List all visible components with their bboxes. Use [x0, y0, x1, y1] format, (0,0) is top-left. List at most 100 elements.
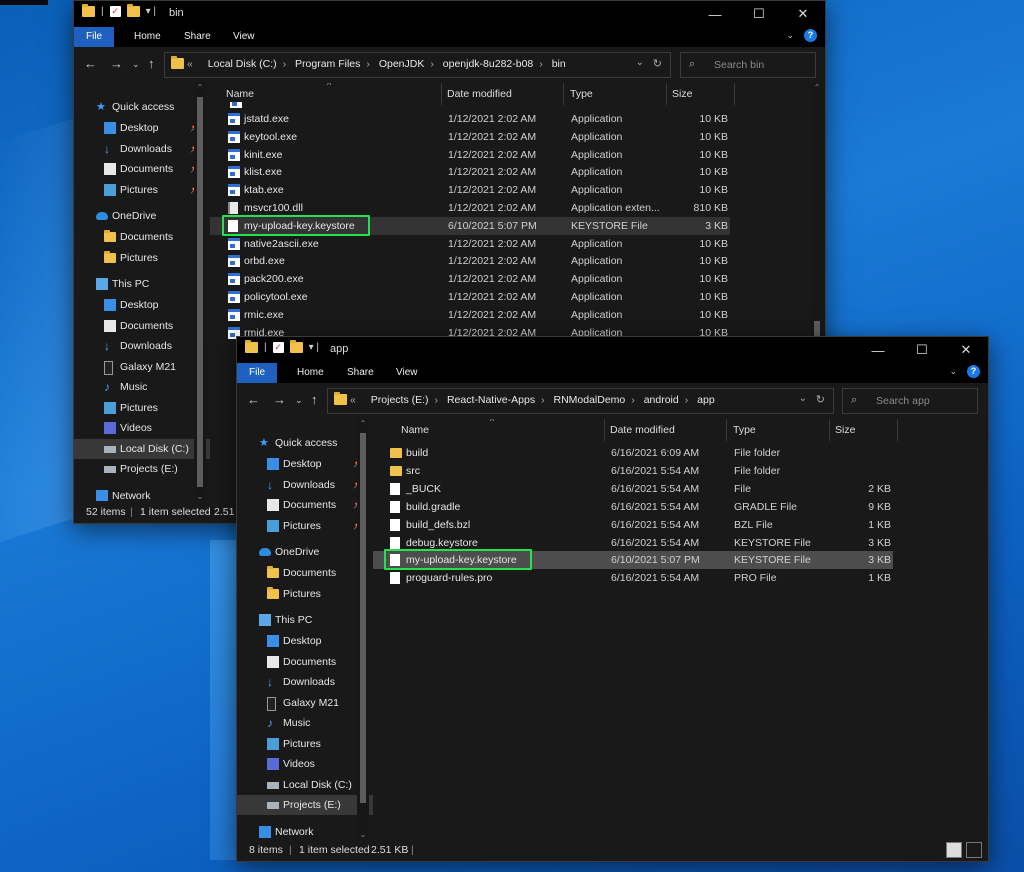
sidebar-item-downloads[interactable]: ↓ Downloads [74, 336, 210, 356]
minimize-button[interactable]: — [856, 337, 900, 363]
tab-view[interactable]: View [221, 27, 267, 47]
sidebar-item-documents[interactable]: Documents [237, 563, 373, 583]
file-row[interactable]: build_defs.bzl 6/16/2021 5:54 AM BZL File 1… [373, 516, 893, 534]
sidebar-item-desktop[interactable]: 📌Desktop [237, 454, 373, 474]
title-bar[interactable]: | ✓ ▾ | app — ☐ ✕ [237, 337, 988, 363]
column-divider[interactable] [897, 419, 898, 441]
nav-onedrive[interactable]: OneDrive [74, 206, 210, 226]
address-bar[interactable]: « Local Disk (C:) › Program Files › OpenJD… [164, 52, 671, 78]
close-button[interactable]: ✕ [781, 1, 825, 27]
maximize-button[interactable]: ☐ [737, 1, 781, 27]
expand-ribbon-icon[interactable]: ⌄ [786, 30, 794, 41]
sidebar-item-documents[interactable]: Documents [74, 316, 210, 336]
up-button[interactable]: ↑ [311, 392, 318, 407]
maximize-button[interactable]: ☐ [900, 337, 944, 363]
file-row[interactable]: orbd.exe 1/12/2021 2:02 AM Application 10 K… [210, 252, 730, 270]
scroll-down-icon[interactable]: ⌄ [357, 830, 369, 839]
breadcrumb[interactable]: RNModalDemo [554, 394, 626, 406]
forward-button[interactable]: → [273, 392, 286, 407]
breadcrumb[interactable]: openjdk-8u282-b08 [443, 58, 534, 70]
breadcrumb[interactable]: android [644, 394, 679, 406]
tab-file[interactable]: File [237, 363, 278, 383]
search-input[interactable]: ⌕ Search app [842, 388, 978, 414]
address-bar[interactable]: « Projects (E:) › React-Native-Apps › RNMo… [327, 388, 834, 414]
refresh-icon[interactable]: ↻ [653, 57, 662, 70]
back-button[interactable]: ← [247, 392, 260, 407]
sidebar-item-documents[interactable]: Documents [237, 652, 373, 672]
sidebar-item-desktop[interactable]: Desktop [74, 295, 210, 315]
nav-scrollbar[interactable]: ⌃ ⌄ [194, 83, 206, 501]
file-row[interactable]: keytool.exe 1/12/2021 2:02 AM Application 1… [210, 128, 730, 146]
sidebar-item-pictures[interactable]: 📌Pictures [74, 180, 210, 200]
properties-icon[interactable]: ✓ [272, 342, 284, 353]
file-row[interactable]: policytool.exe 1/12/2021 2:02 AM Applicati… [210, 288, 730, 306]
sidebar-item-galaxy-m21[interactable]: Galaxy M21 [237, 693, 373, 713]
sidebar-item-desktop[interactable]: Desktop [237, 631, 373, 651]
nav-onedrive[interactable]: OneDrive [237, 542, 373, 562]
column-name[interactable]: Name [401, 424, 429, 436]
forward-button[interactable]: → [110, 56, 123, 71]
column-date[interactable]: Date modified [447, 88, 512, 100]
sidebar-item-downloads[interactable]: 📌↓Downloads [237, 475, 373, 495]
back-button[interactable]: ← [84, 56, 97, 71]
file-row[interactable]: kinit.exe 1/12/2021 2:02 AM Application 10 … [210, 146, 730, 164]
file-row[interactable]: proguard-rules.pro 6/16/2021 5:54 AM PRO F… [373, 569, 893, 587]
new-folder-icon[interactable] [289, 340, 303, 353]
recent-locations-icon[interactable]: ⌄ [132, 59, 140, 70]
tab-share[interactable]: Share [335, 363, 386, 383]
new-folder-icon[interactable] [126, 4, 140, 17]
column-divider[interactable] [726, 419, 727, 441]
tab-home[interactable]: Home [285, 363, 336, 383]
customize-quick-access-icon[interactable]: ▾ | [146, 6, 156, 17]
scroll-up-icon[interactable]: ⌃ [811, 83, 823, 92]
properties-icon[interactable]: ✓ [109, 6, 121, 17]
nav-network[interactable]: Network [237, 822, 373, 840]
file-row[interactable]: jstatd.exe 1/12/2021 2:02 AM Application 10… [210, 110, 730, 128]
sidebar-item-documents[interactable]: 📌Documents [74, 159, 210, 179]
sidebar-item-videos[interactable]: Videos [237, 754, 373, 774]
sidebar-item-documents[interactable]: 📌Documents [237, 495, 373, 515]
expand-ribbon-icon[interactable]: ⌄ [949, 366, 957, 377]
file-row[interactable]: rmic.exe 1/12/2021 2:02 AM Application 10 K… [210, 306, 730, 324]
sidebar-item-projects-e[interactable]: Projects (E:) [237, 795, 373, 815]
sidebar-item-pictures[interactable]: 📌Pictures [237, 516, 373, 536]
search-input[interactable]: ⌕ Search bin [680, 52, 816, 78]
file-row[interactable]: src 6/16/2021 5:54 AM File folder [373, 462, 893, 480]
column-divider[interactable] [829, 419, 830, 441]
sidebar-item-desktop[interactable]: 📌Desktop [74, 118, 210, 138]
file-row[interactable]: native2ascii.exe 1/12/2021 2:02 AM Applica… [210, 235, 730, 253]
sidebar-item-pictures[interactable]: Pictures [74, 248, 210, 268]
file-row[interactable]: pack200.exe 1/12/2021 2:02 AM Application 1… [210, 270, 730, 288]
file-row[interactable]: build.gradle 6/16/2021 5:54 AM GRADLE File… [373, 498, 893, 516]
sidebar-item-music[interactable]: ♪ Music [74, 377, 210, 397]
sidebar-item-galaxy-m21[interactable]: Galaxy M21 [74, 357, 210, 377]
minimize-button[interactable]: — [693, 1, 737, 27]
sidebar-item-pictures[interactable]: Pictures [237, 734, 373, 754]
scrollbar-thumb[interactable] [360, 433, 366, 803]
scroll-up-icon[interactable]: ⌃ [357, 419, 369, 428]
sidebar-item-local-disk-c[interactable]: Local Disk (C:) [74, 438, 210, 459]
breadcrumb[interactable]: React-Native-Apps [447, 394, 535, 406]
nav-this-pc[interactable]: This PC [237, 610, 373, 630]
column-size[interactable]: Size [672, 88, 692, 100]
breadcrumb[interactable]: app [697, 394, 715, 406]
sidebar-item-pictures[interactable]: Pictures [74, 398, 210, 418]
nav-network[interactable]: Network [74, 486, 210, 501]
sidebar-item-downloads[interactable]: ↓ Downloads [237, 672, 373, 692]
nav-quick-access[interactable]: ★ Quick access [74, 97, 210, 117]
recent-locations-icon[interactable]: ⌄ [295, 395, 303, 406]
breadcrumb-overflow[interactable]: « [187, 58, 193, 70]
large-icons-view-button[interactable] [966, 842, 982, 858]
column-name[interactable]: Name [226, 88, 254, 100]
scrollbar-thumb[interactable] [197, 97, 203, 487]
close-button[interactable]: ✕ [944, 337, 988, 363]
sidebar-item-pictures[interactable]: Pictures [237, 584, 373, 604]
tab-file[interactable]: File [74, 27, 115, 47]
sidebar-item-documents[interactable]: Documents [74, 227, 210, 247]
file-row[interactable]: build 6/16/2021 6:09 AM File folder [373, 444, 893, 462]
breadcrumb-overflow[interactable]: « [350, 394, 356, 406]
customize-quick-access-icon[interactable]: ▾ | [309, 342, 319, 353]
breadcrumb[interactable]: Program Files [295, 58, 360, 70]
help-icon[interactable]: ? [804, 29, 817, 42]
nav-scrollbar[interactable]: ⌃ ⌄ [357, 419, 369, 839]
